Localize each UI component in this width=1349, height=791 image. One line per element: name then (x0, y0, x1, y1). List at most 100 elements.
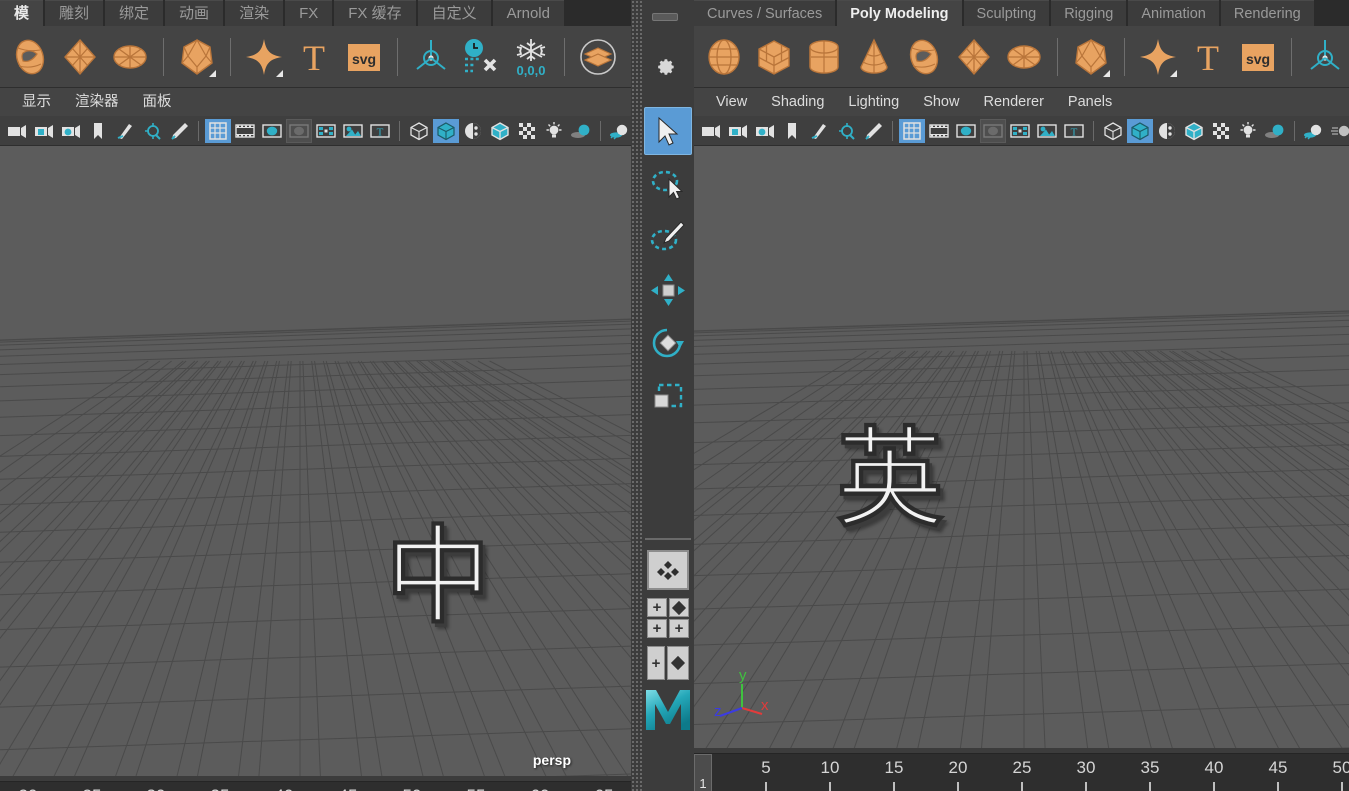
left-3d-text-object[interactable]: 中 (385, 524, 491, 630)
film-gate-icon[interactable] (926, 119, 952, 143)
wireframe-shading-icon[interactable] (1100, 119, 1126, 143)
shelf-tab-[interactable]: 绑定 (105, 0, 163, 26)
move-tool[interactable] (644, 266, 692, 314)
viewport-menu-show[interactable]: Show (911, 88, 971, 116)
grease-pencil-icon[interactable] (166, 119, 192, 143)
quad-cell-tl[interactable]: + (647, 598, 667, 617)
wireframe-on-shaded-icon[interactable] (487, 119, 513, 143)
two-d-pan-zoom-icon[interactable] (833, 119, 859, 143)
camera-attributes-icon[interactable] (58, 119, 84, 143)
svg-icon[interactable]: svg (340, 32, 388, 82)
platonic-solid-icon[interactable] (1067, 32, 1115, 82)
shelf-tab-arnold[interactable]: Arnold (493, 0, 564, 26)
viewport-menu-view[interactable]: View (704, 88, 759, 116)
viewport-menu-renderer[interactable]: Renderer (971, 88, 1055, 116)
show-ui-elements-icon[interactable] (313, 119, 339, 143)
two-d-pan-zoom-icon[interactable] (139, 119, 165, 143)
combine-icon[interactable] (574, 32, 622, 82)
shelf-tab-rendering[interactable]: Rendering (1221, 0, 1314, 26)
gate-mask-icon[interactable] (286, 119, 312, 143)
pivot-icon[interactable] (407, 32, 455, 82)
image-plane-icon[interactable] (806, 119, 832, 143)
shelf-tab-[interactable]: 动画 (165, 0, 223, 26)
sphere-icon[interactable] (700, 32, 748, 82)
lock-camera-icon[interactable] (725, 119, 751, 143)
options-triangle-icon[interactable] (276, 70, 283, 77)
single-pane-layout[interactable] (647, 550, 689, 590)
wireframe-on-shaded-icon[interactable] (1181, 119, 1207, 143)
image-toggle-icon[interactable] (340, 119, 366, 143)
options-triangle-icon[interactable] (1103, 70, 1110, 77)
options-triangle-icon[interactable] (1170, 70, 1177, 77)
shelf-tab-[interactable]: 自定义 (418, 0, 491, 26)
duo-cell-left[interactable]: + (647, 646, 665, 680)
shelf-tab-fx[interactable]: FX 缓存 (334, 0, 415, 26)
quad-cell-tr[interactable] (669, 598, 689, 617)
shadows-icon[interactable] (568, 119, 594, 143)
torus-icon[interactable] (6, 32, 54, 82)
smooth-shade-all-icon[interactable] (433, 119, 459, 143)
text-icon[interactable]: T (1184, 32, 1232, 82)
bookmark-icon[interactable] (779, 119, 805, 143)
svg-icon[interactable]: svg (1234, 32, 1282, 82)
disc-icon[interactable] (1000, 32, 1048, 82)
grease-pencil-icon[interactable] (860, 119, 886, 143)
text-toggle-icon[interactable]: T (1061, 119, 1087, 143)
rotate-tool[interactable] (644, 319, 692, 367)
resolution-gate-icon[interactable] (953, 119, 979, 143)
shade-options-icon[interactable] (1154, 119, 1180, 143)
film-gate-icon[interactable] (232, 119, 258, 143)
ambient-occlusion-icon[interactable] (607, 119, 631, 143)
show-ui-elements-icon[interactable] (1007, 119, 1033, 143)
viewport-menu-lighting[interactable]: Lighting (836, 88, 911, 116)
shadows-icon[interactable] (1262, 119, 1288, 143)
text-toggle-icon[interactable]: T (367, 119, 393, 143)
image-toggle-icon[interactable] (1034, 119, 1060, 143)
resolution-gate-icon[interactable] (259, 119, 285, 143)
select-tool[interactable] (644, 107, 692, 155)
viewport-menu--[interactable]: 显示 (10, 88, 63, 116)
quad-cell-br[interactable]: + (669, 619, 689, 638)
gear-icon[interactable] (657, 57, 677, 77)
super-shape-icon[interactable] (1134, 32, 1182, 82)
bookmark-icon[interactable] (85, 119, 111, 143)
right-3d-text-object[interactable]: 英 (836, 426, 944, 534)
xray-icon[interactable] (1208, 119, 1234, 143)
shelf-tab-fx[interactable]: FX (285, 0, 332, 26)
ambient-occlusion-icon[interactable] (1301, 119, 1327, 143)
pivot-icon[interactable] (1301, 32, 1349, 82)
viewport-menu-shading[interactable]: Shading (759, 88, 836, 116)
duo-cell-right[interactable] (667, 646, 689, 680)
shelf-tab-animation[interactable]: Animation (1128, 0, 1218, 26)
outliner-persp-layout[interactable]: + (647, 646, 689, 680)
left-viewport[interactable]: 中 persp (0, 146, 631, 776)
scale-tool[interactable] (644, 372, 692, 420)
gate-mask-icon[interactable] (980, 119, 1006, 143)
cylinder-icon[interactable] (800, 32, 848, 82)
left-timeline-ruler[interactable]: 20253035404550556065 (0, 782, 631, 791)
viewport-menu-panels[interactable]: Panels (1056, 88, 1124, 116)
shelf-tab-rigging[interactable]: Rigging (1051, 0, 1126, 26)
lasso-select-tool[interactable] (644, 160, 692, 208)
wireframe-shading-icon[interactable] (406, 119, 432, 143)
current-frame-indicator[interactable]: 1 (694, 754, 712, 791)
shelf-tab-[interactable]: 渲染 (225, 0, 283, 26)
shelf-tab-curves-surfaces[interactable]: Curves / Surfaces (694, 0, 835, 26)
shelf-tab-sculpting[interactable]: Sculpting (964, 0, 1050, 26)
shade-options-icon[interactable] (460, 119, 486, 143)
right-timeline[interactable]: 1 5101520253035404550 (694, 748, 1349, 791)
lock-camera-icon[interactable] (31, 119, 57, 143)
motion-blur-icon[interactable] (1328, 119, 1349, 143)
xray-icon[interactable] (514, 119, 540, 143)
shelf-tab-poly-modeling[interactable]: Poly Modeling (837, 0, 961, 26)
cone-icon[interactable] (850, 32, 898, 82)
smooth-shade-all-icon[interactable] (1127, 119, 1153, 143)
freeze-transform-icon[interactable]: 0,0,0 (507, 32, 555, 82)
grid-toggle-icon[interactable] (205, 119, 231, 143)
plane-icon[interactable] (950, 32, 998, 82)
shelf-tab-[interactable]: 雕刻 (45, 0, 103, 26)
paint-select-tool[interactable] (644, 213, 692, 261)
four-pane-layout[interactable]: + + + (647, 598, 689, 638)
grid-toggle-icon[interactable] (899, 119, 925, 143)
cube-icon[interactable] (750, 32, 798, 82)
